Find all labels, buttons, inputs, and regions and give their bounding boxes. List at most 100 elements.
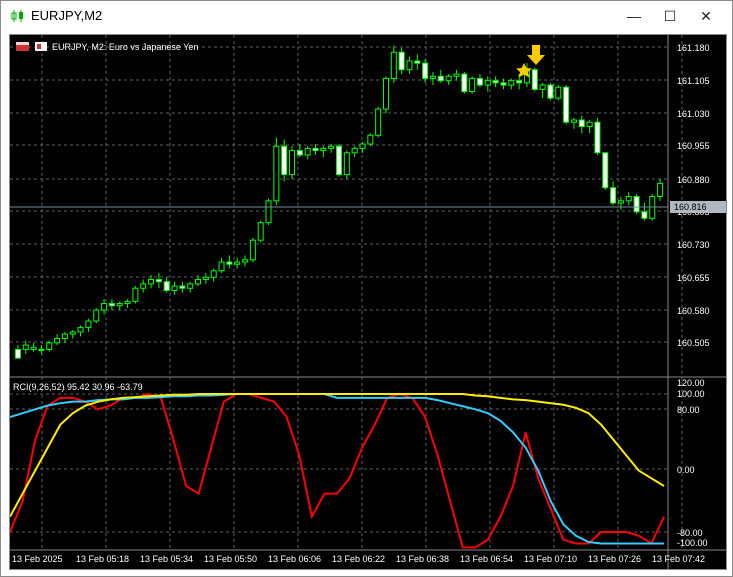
candle-body (289, 150, 296, 176)
candle-body (155, 279, 162, 283)
candle-body (210, 270, 217, 278)
price-axis: 161.180 161.105 161.030 160.955 160.880 … (677, 43, 710, 348)
svg-text:100.00: 100.00 (677, 389, 705, 399)
candle-body (586, 121, 593, 128)
candle-body (69, 331, 76, 335)
chart-area[interactable]: EURJPY, M2: Euro vs Japanese Yen 161.180… (9, 34, 727, 570)
candle-body (195, 279, 202, 285)
symbol-header: EURJPY, M2: Euro vs Japanese Yen (16, 42, 198, 52)
svg-text:160.816: 160.816 (674, 202, 707, 212)
candle-body (140, 283, 147, 289)
window-title: EURJPY,M2 (31, 8, 103, 23)
svg-text:13 Feb 05:18: 13 Feb 05:18 (76, 554, 129, 564)
current-price-tag: 160.816 (670, 201, 726, 213)
svg-text:13 Feb 06:54: 13 Feb 06:54 (460, 554, 513, 564)
candle-body (108, 303, 115, 307)
svg-text:13 Feb 2025: 13 Feb 2025 (12, 554, 63, 564)
candle-body (516, 80, 523, 84)
candle-body (273, 145, 280, 202)
candle-body (77, 327, 84, 333)
candle-body (124, 300, 131, 305)
candle-body (539, 84, 546, 90)
candle-body (602, 152, 609, 189)
candle-body (453, 73, 460, 77)
candle-body (461, 73, 468, 93)
candle-body (61, 333, 68, 340)
candle-body (234, 261, 241, 265)
candle-body (30, 346, 37, 350)
candle-body (22, 344, 29, 350)
candle-body (226, 261, 233, 265)
candle-body (390, 51, 397, 79)
svg-text:160.655: 160.655 (677, 273, 710, 283)
svg-text:160.730: 160.730 (677, 240, 710, 250)
title-bar: EURJPY,M2 — ☐ ✕ (1, 1, 732, 31)
candle-body (343, 152, 350, 176)
candle-body (85, 320, 92, 329)
candle-body (14, 348, 21, 359)
candle-body (547, 84, 554, 99)
candle-body (657, 182, 664, 197)
candle-body (38, 348, 45, 351)
candle-body (406, 60, 413, 71)
close-button[interactable]: ✕ (689, 1, 723, 31)
rci-lines (10, 392, 665, 549)
svg-text:-80.00: -80.00 (677, 528, 703, 538)
svg-text:161.030: 161.030 (677, 109, 710, 119)
candle-body (265, 200, 272, 224)
candle-body (375, 108, 382, 136)
candle-body (492, 80, 499, 84)
candle-body (594, 121, 601, 154)
candle-body (179, 285, 186, 289)
maximize-button[interactable]: ☐ (653, 1, 687, 31)
rci-line-1 (10, 392, 665, 549)
candle-body (555, 86, 562, 99)
candle-body (296, 150, 303, 156)
candle-body (610, 187, 617, 204)
down-arrow-icon (527, 45, 545, 65)
candle-body (242, 259, 249, 263)
candle-body (429, 75, 436, 79)
candle-body (312, 147, 319, 152)
candle-body (382, 77, 389, 110)
candle-body (187, 283, 194, 289)
candle-body (171, 285, 178, 291)
chart-svg: EURJPY, M2: Euro vs Japanese Yen 161.180… (10, 35, 726, 569)
minimize-button[interactable]: — (617, 1, 651, 31)
svg-text:13 Feb 05:34: 13 Feb 05:34 (140, 554, 193, 564)
candle-body (101, 303, 108, 311)
close-icon: ✕ (700, 7, 712, 24)
svg-text:13 Feb 06:22: 13 Feb 06:22 (332, 554, 385, 564)
candle-body (578, 119, 585, 128)
svg-text:13 Feb 06:06: 13 Feb 06:06 (268, 554, 321, 564)
candle-body (414, 60, 421, 64)
candle-body (469, 77, 476, 93)
candle-body (257, 222, 264, 241)
candle-body (336, 145, 342, 176)
candle-body (148, 279, 155, 285)
candle-body (320, 147, 327, 152)
svg-text:0.00: 0.00 (677, 465, 695, 475)
candle-body (328, 145, 335, 149)
price-candles (14, 45, 664, 359)
candle-body (570, 119, 577, 123)
indicator-title: RCI(9,26,52) 95.42 30.96 -63.79 (13, 382, 143, 392)
candle-body (625, 195, 632, 202)
candle-body (617, 200, 624, 204)
candle-body (437, 75, 444, 82)
rci-line-3 (10, 393, 665, 518)
app-window: EURJPY,M2 — ☐ ✕ EURJPY, M2: Euro vs Japa… (0, 0, 733, 577)
candle-body (367, 134, 374, 145)
candle-body (93, 309, 100, 322)
candle-body (202, 276, 209, 281)
chart-icon (11, 10, 23, 22)
candle-body (116, 303, 123, 307)
candle-body (281, 145, 288, 176)
maximize-icon: ☐ (663, 7, 677, 24)
candle-body (359, 143, 366, 149)
candle-body (398, 51, 405, 71)
svg-text:13 Feb 07:10: 13 Feb 07:10 (524, 554, 577, 564)
svg-text:160.505: 160.505 (677, 338, 710, 348)
candle-body (54, 338, 61, 344)
candle-body (46, 342, 53, 350)
